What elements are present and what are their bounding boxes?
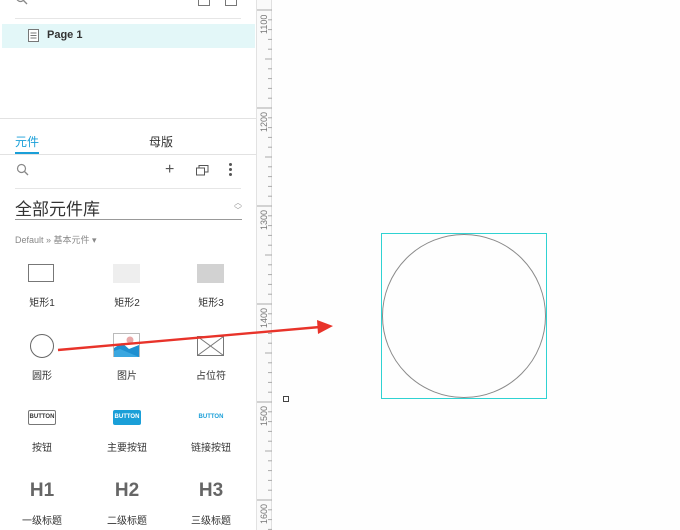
widget-link-button[interactable]: BUTTON 链接按钮 [176,410,246,454]
widget-label: 主要按钮 [107,443,147,454]
more-options-icon[interactable] [229,163,233,178]
library-select-value: 全部元件库 [15,200,100,219]
widget-label: 矩形2 [114,298,140,309]
ruler-label: 1400 [259,307,269,328]
widget-label: 一级标题 [22,516,62,527]
ruler-label: 1200 [259,111,269,132]
page-document-icon [28,29,39,42]
image-icon [113,333,140,357]
widget-label: 图片 [117,371,137,382]
widget-label: 按钮 [32,443,52,454]
widget-rectangle-3[interactable]: 矩形3 [176,262,246,312]
widget-image[interactable]: 图片 [92,333,162,383]
widget-label: 矩形3 [198,298,224,309]
circle-icon [30,334,54,358]
widget-label: 链接按钮 [191,443,231,454]
widget-label: 三级标题 [191,516,231,527]
ruler-ticks [257,9,272,530]
widget-circle[interactable]: 圆形 [7,333,77,383]
widget-heading-2[interactable]: H2 二级标题 [92,480,162,527]
widget-label: 圆形 [32,371,52,382]
tab-widgets[interactable]: 元件 [15,133,39,150]
placeholder-icon [197,336,224,356]
ruler-label: 1600 [259,503,269,524]
add-page-icon[interactable] [225,0,237,6]
ruler-label: 1500 [259,405,269,426]
widget-rectangle-2[interactable]: 矩形2 [92,262,162,312]
widget-primary-button[interactable]: BUTTON 主要按钮 [92,410,162,454]
widget-heading-3[interactable]: H3 三级标题 [176,480,246,527]
canvas-origin-handle[interactable] [283,396,289,402]
selected-shape-bounds[interactable] [381,233,547,399]
library-select[interactable]: 全部元件库 ︿ ﹀ [15,194,242,220]
widget-label: 占位符 [196,371,226,382]
rectangle-outline-icon [28,264,54,282]
heading-2-icon: H2 [114,480,140,501]
heading-1-icon: H1 [29,480,55,501]
library-toolbar: + [0,160,256,182]
select-updown-icon: ︿ ﹀ [234,198,242,215]
rectangle-gray-fill-icon [197,264,224,283]
pages-toolbar [0,0,257,18]
vertical-ruler[interactable]: 1100 1200 1300 1400 1500 1600 [257,0,272,530]
link-button-icon: BUTTON [198,414,224,420]
heading-3-icon: H3 [198,480,224,501]
widget-label: 矩形1 [29,298,55,309]
divider [15,188,241,189]
add-folder-icon[interactable] [198,0,210,6]
widget-rectangle-1[interactable]: 矩形1 [7,262,77,312]
search-icon[interactable] [15,0,29,6]
page-item-label: Page 1 [47,29,83,41]
widget-placeholder[interactable]: 占位符 [176,333,246,383]
ruler-label: 1100 [259,14,269,34]
tab-masters[interactable]: 母版 [149,133,173,150]
widget-label: 二级标题 [107,516,147,527]
primary-button-icon: BUTTON [113,410,141,425]
rectangle-light-fill-icon [113,264,140,283]
divider [0,154,256,155]
ellipse-shape[interactable] [382,234,546,398]
panel-divider [0,118,256,119]
widget-heading-1[interactable]: H1 一级标题 [7,480,77,527]
copy-library-icon[interactable] [196,165,209,176]
add-library-icon[interactable]: + [165,160,174,180]
widget-button[interactable]: BUTTON 按钮 [7,410,77,454]
search-icon[interactable] [16,163,30,177]
divider [15,18,241,19]
library-tabs: 元件 母版 [0,129,256,155]
page-item-page-1[interactable]: Page 1 [2,24,255,48]
ruler-label: 1300 [259,209,269,230]
library-breadcrumb[interactable]: Default » 基本元件 ▾ [15,233,97,246]
left-panel: Page 1 元件 母版 + 全部元件库 ︿ ﹀ Default » 基本元件 ▾… [0,0,257,530]
button-icon: BUTTON [28,410,56,425]
